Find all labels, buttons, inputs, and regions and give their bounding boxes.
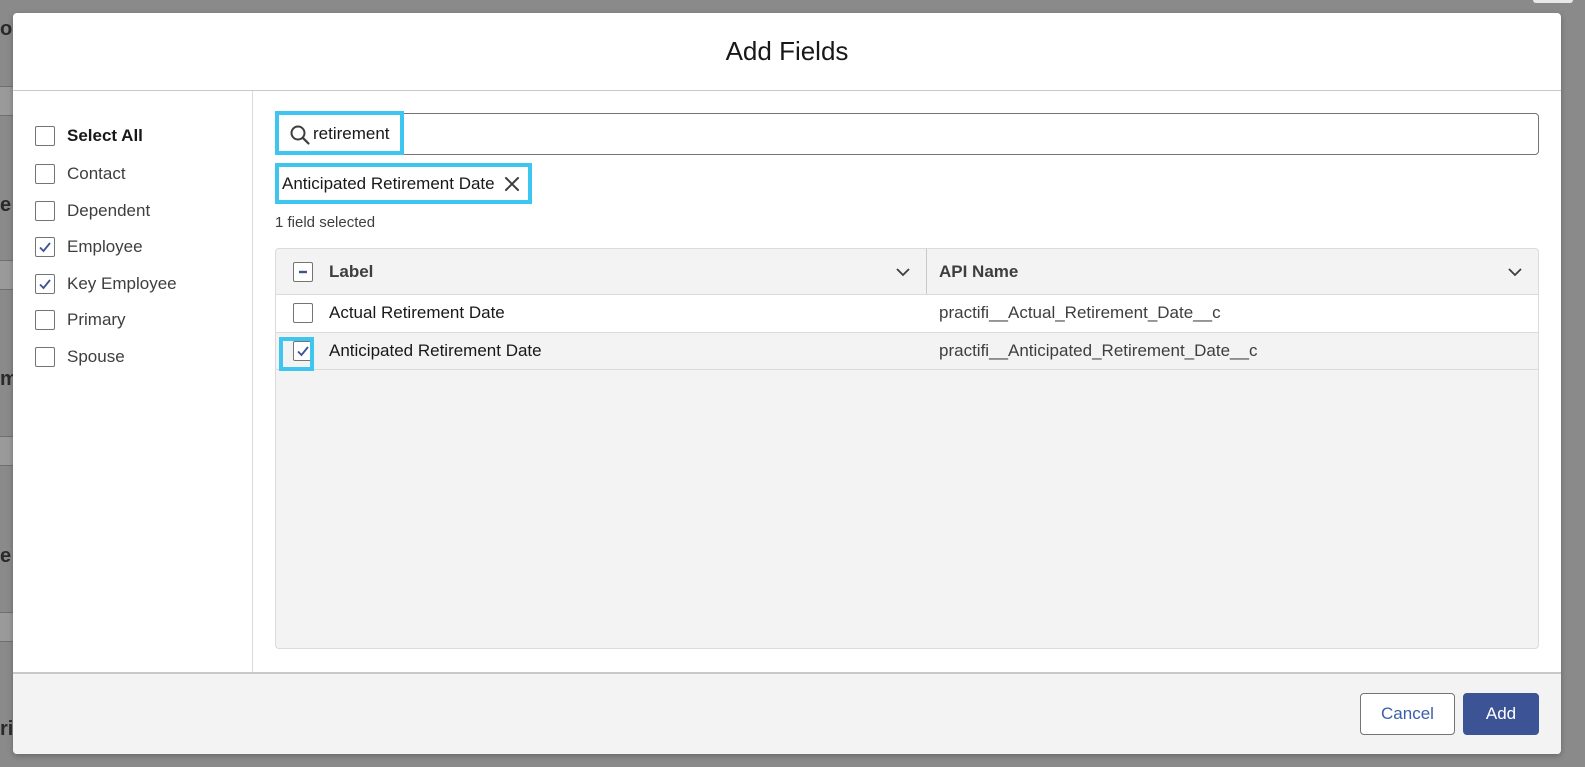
key-employee-checkbox[interactable] [35,273,55,294]
close-icon[interactable] [503,175,521,193]
modal-header: Add Fields [13,13,1561,91]
search-icon [290,125,310,145]
filter-select-all[interactable]: Select All [35,115,252,156]
row-api-name: practifi__Anticipated_Retirement_Date__c [939,340,1258,360]
row-api-name: practifi__Actual_Retirement_Date__c [939,303,1221,323]
table-row[interactable]: Anticipated Retirement Date practifi__An… [276,332,1538,371]
table-header: Label API Name [276,249,1538,295]
background-text-fragment: o [0,18,13,40]
filter-label: Dependent [67,200,151,220]
pill-label: Anticipated Retirement Date [282,173,495,193]
field-picker-panel: Anticipated Retirement Date 1 field sele… [253,91,1561,672]
background-text-fragment: ri [0,718,14,740]
filter-item-spouse[interactable]: Spouse [35,339,252,376]
background-field [0,436,14,466]
add-button[interactable]: Add [1463,693,1539,735]
filter-label: Spouse [67,346,125,366]
filter-item-dependent[interactable]: Dependent [35,193,252,230]
filter-label: Select All [67,125,143,145]
selected-count: 1 field selected [275,214,376,231]
cancel-button[interactable]: Cancel [1360,693,1455,735]
header-checkbox-cell [276,249,329,294]
background-corner [1533,0,1573,3]
background-text-fragment: e [0,194,12,216]
column-title: API Name [939,261,1019,281]
row-checkbox[interactable] [292,303,313,324]
chevron-down-icon[interactable] [894,263,912,281]
filter-item-employee[interactable]: Employee [35,229,252,266]
filter-label: Employee [67,237,143,257]
column-header-api-name[interactable]: API Name [927,249,1538,294]
row-label: Actual Retirement Date [329,303,505,323]
background-field [0,612,14,642]
search-input[interactable] [313,122,713,146]
modal-title: Add Fields [725,36,849,66]
row-checkbox-cell [276,303,329,324]
checkmark-icon [39,242,51,253]
column-header-label[interactable]: Label [329,249,927,294]
checkbox-highlight [279,336,314,371]
table-row[interactable]: Actual Retirement Date practifi__Actual_… [276,295,1538,333]
filter-label: Key Employee [67,273,177,293]
filter-item-primary[interactable]: Primary [35,302,252,339]
select-all-checkbox[interactable] [35,125,55,146]
background-field [0,86,14,116]
header-checkbox[interactable] [292,261,313,282]
selected-field-pill: Anticipated Retirement Date [275,163,532,204]
row-label: Anticipated Retirement Date [329,340,542,360]
checkmark-icon [39,279,51,290]
column-title: Label [329,261,374,281]
chevron-down-icon[interactable] [1506,263,1524,281]
add-fields-modal: Add Fields Select All Contact Dependent … [13,13,1561,754]
primary-checkbox[interactable] [35,310,55,331]
filter-item-contact[interactable]: Contact [35,156,252,193]
dependent-checkbox[interactable] [35,200,55,221]
filter-item-key-employee[interactable]: Key Employee [35,266,252,303]
spouse-checkbox[interactable] [35,346,55,367]
background-text-fragment: e [0,545,12,567]
fields-table: Label API Name Actual Retirement Date pr… [275,248,1539,649]
employee-checkbox[interactable] [35,237,55,258]
filter-label: Contact [67,164,126,184]
contact-checkbox[interactable] [35,164,55,185]
row-checkbox-cell [276,336,329,371]
background-field [0,260,14,290]
modal-footer: Cancel Add [13,672,1561,754]
filter-panel: Select All Contact Dependent Employee Ke… [13,91,253,672]
indeterminate-icon [298,270,307,273]
modal-body: Select All Contact Dependent Employee Ke… [13,91,1561,672]
filter-label: Primary [67,310,126,330]
